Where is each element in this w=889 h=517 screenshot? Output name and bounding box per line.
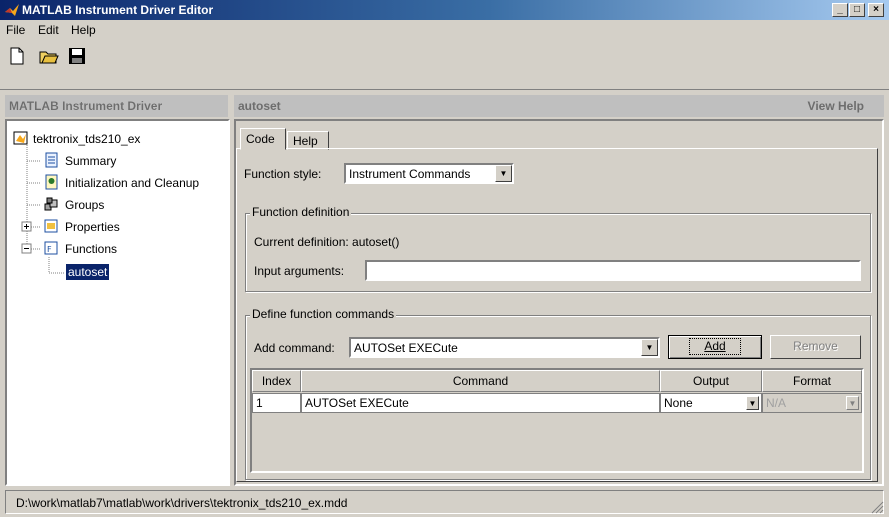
cell-output-value: None: [664, 396, 693, 410]
close-button[interactable]: ×: [868, 3, 884, 17]
resize-grip-icon[interactable]: [870, 500, 884, 514]
tree-item-label: Initialization and Cleanup: [65, 176, 200, 190]
maximize-button[interactable]: □: [849, 3, 865, 17]
add-command-dropdown[interactable]: AUTOSet EXECute ▼: [349, 337, 660, 358]
right-panel-header: autoset View Help: [234, 95, 884, 117]
cell-index[interactable]: 1: [252, 393, 301, 413]
column-header-index[interactable]: Index: [252, 370, 301, 392]
driver-icon: [13, 131, 28, 145]
menu-file[interactable]: File: [6, 23, 25, 37]
add-command-label: Add command:: [254, 341, 335, 355]
view-help-link[interactable]: View Help: [808, 99, 864, 113]
add-command-value: AUTOSet EXECute: [354, 341, 458, 355]
input-arguments-label: Input arguments:: [254, 264, 345, 278]
right-panel-title: autoset: [238, 99, 281, 113]
minimize-button[interactable]: _: [832, 3, 848, 17]
menu-edit[interactable]: Edit: [38, 23, 59, 37]
new-file-icon[interactable]: [6, 45, 28, 67]
function-style-label: Function style:: [244, 167, 322, 181]
column-header-command[interactable]: Command: [301, 370, 660, 392]
remove-button[interactable]: Remove: [770, 335, 861, 359]
dropdown-arrow-icon: ▼: [846, 396, 859, 410]
tree-item-label: Groups: [65, 198, 105, 212]
driver-tree[interactable]: tektronix_tds210_ex Summary Initializati…: [5, 119, 230, 486]
function-style-dropdown[interactable]: Instrument Commands ▼: [344, 163, 514, 184]
window-title: MATLAB Instrument Driver Editor: [22, 3, 214, 17]
add-button[interactable]: Add: [668, 335, 762, 359]
left-panel-header: MATLAB Instrument Driver: [5, 95, 228, 117]
left-panel-title: MATLAB Instrument Driver: [9, 99, 163, 113]
open-folder-icon[interactable]: [38, 45, 60, 67]
properties-icon: [44, 219, 58, 233]
dropdown-arrow-icon[interactable]: ▼: [495, 165, 512, 182]
menu-help[interactable]: Help: [71, 23, 96, 37]
cell-format-dropdown: N/A ▼: [762, 393, 862, 413]
document-icon: [45, 152, 58, 168]
save-disk-icon[interactable]: [66, 45, 88, 67]
cell-output-dropdown[interactable]: None ▼: [660, 393, 762, 413]
init-cleanup-icon: [45, 174, 58, 190]
svg-text:F: F: [47, 245, 52, 254]
tab-code[interactable]: Code: [240, 128, 286, 150]
tree-item-label: Summary: [65, 154, 117, 168]
tree-item-label: Functions: [65, 242, 118, 256]
functions-icon: F: [44, 241, 58, 255]
status-bar: D:\work\matlab7\matlab\work\drivers\tekt…: [5, 490, 884, 514]
menu-bar: File Edit Help: [0, 20, 889, 40]
dropdown-arrow-icon[interactable]: ▼: [746, 396, 759, 410]
toolbar: [0, 40, 889, 90]
define-commands-legend: Define function commands: [250, 307, 397, 321]
cell-command[interactable]: AUTOSet EXECute: [301, 393, 660, 413]
dropdown-arrow-icon[interactable]: ▼: [641, 339, 658, 356]
title-bar[interactable]: MATLAB Instrument Driver Editor _ □ ×: [0, 0, 889, 20]
tree-item-selected-label: autoset: [66, 264, 110, 280]
groups-icon: [44, 197, 58, 211]
matlab-logo-icon: [5, 4, 19, 16]
command-table[interactable]: Index Command Output Format 1 AUTOSet EX…: [250, 368, 864, 473]
tree-lines: [21, 143, 65, 274]
column-header-format[interactable]: Format: [762, 370, 862, 392]
tree-item-label: Properties: [65, 220, 120, 234]
tree-root-label: tektronix_tds210_ex: [33, 132, 141, 146]
current-definition-text: Current definition: autoset(): [254, 235, 400, 249]
input-arguments-field[interactable]: [365, 260, 861, 281]
column-header-output[interactable]: Output: [660, 370, 762, 392]
status-file-path: D:\work\matlab7\matlab\work\drivers\tekt…: [16, 496, 348, 510]
function-definition-legend: Function definition: [250, 205, 352, 219]
add-button-label: Add: [689, 338, 741, 355]
function-style-value: Instrument Commands: [349, 167, 471, 181]
cell-format-value: N/A: [766, 396, 787, 410]
